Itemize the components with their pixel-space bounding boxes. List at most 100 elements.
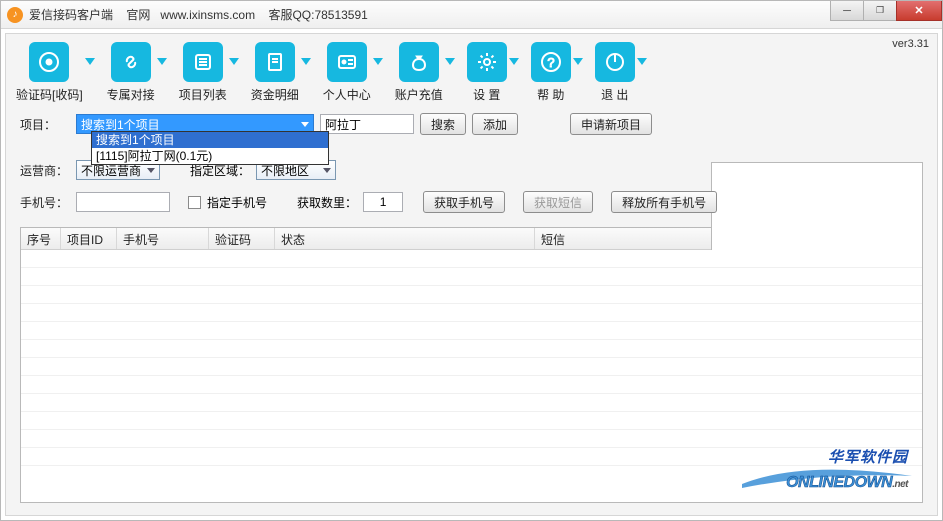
recharge-dropdown-caret[interactable] <box>445 58 455 65</box>
specify-phone-checkbox[interactable] <box>188 196 201 209</box>
funds-label: 资金明细 <box>251 86 299 103</box>
table-row <box>21 250 922 268</box>
table-row <box>21 358 922 376</box>
col-state[interactable]: 状态 <box>275 228 535 249</box>
col-seq[interactable]: 序号 <box>21 228 61 249</box>
exit-button[interactable]: 退 出 <box>595 42 635 103</box>
add-button[interactable]: 添加 <box>472 113 518 135</box>
col-pid[interactable]: 项目ID <box>61 228 117 249</box>
funds-icon <box>255 42 295 82</box>
settings-button[interactable]: 设 置 <box>467 42 507 103</box>
qty-input[interactable] <box>363 192 403 212</box>
release-all-button[interactable]: 释放所有手机号 <box>611 191 717 213</box>
table-row <box>21 268 922 286</box>
maximize-button[interactable] <box>863 1 897 21</box>
project-combo-text: 搜索到1个项目 <box>81 116 160 133</box>
verify-icon <box>29 42 69 82</box>
funds-button[interactable]: 资金明细 <box>251 42 299 103</box>
recharge-label: 账户充值 <box>395 86 443 103</box>
toolbar-item-help: ?帮 助 <box>531 42 583 103</box>
project-option-1[interactable]: [1115]阿拉丁网(0.1元) <box>92 148 328 164</box>
qty-label: 获取数里： <box>297 194 357 211</box>
projects-button[interactable]: 项目列表 <box>179 42 227 103</box>
toolbar-item-recharge: 账户充值 <box>395 42 455 103</box>
grid-body[interactable]: 华军软件园 ONLINEDOWN.net <box>21 250 922 502</box>
app-icon: ♪ <box>7 7 23 23</box>
table-row <box>21 304 922 322</box>
dedicated-button[interactable]: 专属对接 <box>107 42 155 103</box>
table-row <box>21 376 922 394</box>
site-label: 官网 <box>126 8 150 22</box>
swoosh-icon <box>742 466 912 490</box>
row-project: 项目： 搜索到1个项目 搜索 添加 申请新项目 搜索到1个项目[1115]阿拉丁… <box>20 109 923 139</box>
verify-button[interactable]: 验证码[收码] <box>16 42 83 103</box>
support-label: 客服QQ:78513591 <box>268 8 367 22</box>
get-phone-button[interactable]: 获取手机号 <box>423 191 505 213</box>
toolbar-item-settings: 设 置 <box>467 42 519 103</box>
projects-icon <box>183 42 223 82</box>
exit-label: 退 出 <box>601 86 628 103</box>
verify-dropdown-caret[interactable] <box>85 58 95 65</box>
recharge-button[interactable]: 账户充值 <box>395 42 443 103</box>
profile-button[interactable]: 个人中心 <box>323 42 371 103</box>
content-panel: ver3.31 验证码[收码] 专属对接 项目列表 资金明细 个人中心 账户充值 设 置 ?帮… <box>5 33 938 516</box>
app-name: 爱信接码客户端 <box>29 8 113 22</box>
project-dropdown[interactable]: 搜索到1个项目[1115]阿拉丁网(0.1元) <box>91 131 329 165</box>
search-button[interactable]: 搜索 <box>420 113 466 135</box>
settings-icon <box>467 42 507 82</box>
verify-label: 验证码[收码] <box>16 86 83 103</box>
table-row <box>21 448 922 466</box>
funds-dropdown-caret[interactable] <box>301 58 311 65</box>
project-option-0[interactable]: 搜索到1个项目 <box>92 132 328 148</box>
help-dropdown-caret[interactable] <box>573 58 583 65</box>
data-grid: 序号项目ID手机号验证码状态短信号码属性 华军软件园 ONLINEDOWN.ne… <box>20 227 923 503</box>
keyword-input[interactable] <box>320 114 414 134</box>
apply-project-button[interactable]: 申请新项目 <box>570 113 652 135</box>
title-text: 爱信接码客户端 官网 www.ixinsms.com 客服QQ:78513591 <box>29 6 368 23</box>
col-phone[interactable]: 手机号 <box>117 228 209 249</box>
toolbar-item-exit: 退 出 <box>595 42 647 103</box>
table-row <box>21 394 922 412</box>
projects-dropdown-caret[interactable] <box>229 58 239 65</box>
dedicated-dropdown-caret[interactable] <box>157 58 167 65</box>
col-code[interactable]: 验证码 <box>209 228 275 249</box>
dedicated-icon <box>111 42 151 82</box>
carrier-label: 运营商： <box>20 162 70 179</box>
row-phone: 手机号： 指定手机号 获取数里： 获取手机号 获取短信 释放所有手机号 <box>20 187 923 217</box>
app-window: ♪ 爱信接码客户端 官网 www.ixinsms.com 客服QQ:785135… <box>0 0 943 521</box>
dedicated-label: 专属对接 <box>107 86 155 103</box>
exit-dropdown-caret[interactable] <box>637 58 647 65</box>
phone-input[interactable] <box>76 192 170 212</box>
settings-label: 设 置 <box>473 86 500 103</box>
exit-icon <box>595 42 635 82</box>
toolbar-item-projects: 项目列表 <box>179 42 239 103</box>
settings-dropdown-caret[interactable] <box>509 58 519 65</box>
get-sms-button[interactable]: 获取短信 <box>523 191 593 213</box>
minimize-button[interactable] <box>830 1 864 21</box>
version-label: ver3.31 <box>892 38 929 50</box>
table-row <box>21 322 922 340</box>
watermark-en: ONLINEDOWN.net <box>786 474 908 492</box>
help-label: 帮 助 <box>537 86 564 103</box>
main-toolbar: 验证码[收码] 专属对接 项目列表 资金明细 个人中心 账户充值 设 置 ?帮 助退 出 <box>6 34 937 109</box>
titlebar: ♪ 爱信接码客户端 官网 www.ixinsms.com 客服QQ:785135… <box>1 1 942 29</box>
table-row <box>21 430 922 448</box>
window-controls <box>831 1 942 21</box>
project-label: 项目： <box>20 116 70 133</box>
recharge-icon <box>399 42 439 82</box>
profile-icon <box>327 42 367 82</box>
profile-dropdown-caret[interactable] <box>373 58 383 65</box>
toolbar-item-dedicated: 专属对接 <box>107 42 167 103</box>
help-button[interactable]: ?帮 助 <box>531 42 571 103</box>
toolbar-item-verify: 验证码[收码] <box>16 42 95 103</box>
projects-label: 项目列表 <box>179 86 227 103</box>
profile-label: 个人中心 <box>323 86 371 103</box>
table-row <box>21 340 922 358</box>
site-url: www.ixinsms.com <box>160 8 255 22</box>
toolbar-item-funds: 资金明细 <box>251 42 311 103</box>
close-button[interactable] <box>896 1 942 21</box>
table-row <box>21 286 922 304</box>
specify-phone-label: 指定手机号 <box>207 194 267 211</box>
phone-label: 手机号： <box>20 194 70 211</box>
toolbar-item-profile: 个人中心 <box>323 42 383 103</box>
